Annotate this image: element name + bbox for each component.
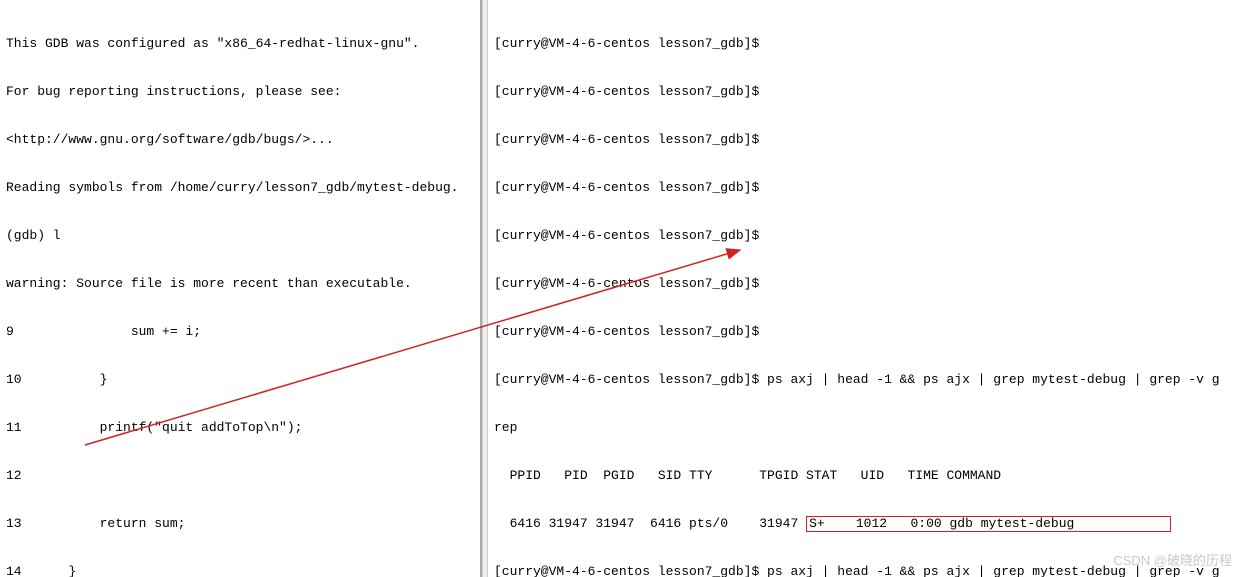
split-terminal-container: This GDB was configured as "x86_64-redha… <box>0 0 1244 577</box>
ps-row: 6416 31947 31947 6416 pts/0 31947 S+ 101… <box>494 516 1238 532</box>
gdb-output-line: Reading symbols from /home/curry/lesson7… <box>6 180 474 196</box>
gdb-output-line: 14 } <box>6 564 474 577</box>
gdb-output-line: For bug reporting instructions, please s… <box>6 84 474 100</box>
ps-header: PPID PID PGID SID TTY TPGID STAT UID TIM… <box>494 468 1238 484</box>
gdb-output-line: 12 <box>6 468 474 484</box>
right-terminal-pane[interactable]: [curry@VM-4-6-centos lesson7_gdb]$ [curr… <box>488 0 1244 577</box>
shell-prompt-line: [curry@VM-4-6-centos lesson7_gdb]$ <box>494 36 1238 52</box>
shell-prompt-line: [curry@VM-4-6-centos lesson7_gdb]$ <box>494 132 1238 148</box>
shell-prompt-line: [curry@VM-4-6-centos lesson7_gdb]$ <box>494 84 1238 100</box>
shell-command: ps axj | head -1 && ps ajx | grep mytest… <box>759 564 1219 577</box>
gdb-output-line: (gdb) l <box>6 228 474 244</box>
highlight-box-1: S+ 1012 0:00 gdb mytest-debug <box>806 516 1171 532</box>
left-terminal-pane[interactable]: This GDB was configured as "x86_64-redha… <box>0 0 482 577</box>
ps-row-left: 6416 31947 31947 6416 pts/0 31947 <box>494 516 806 531</box>
shell-prompt-line: [curry@VM-4-6-centos lesson7_gdb]$ <box>494 324 1238 340</box>
shell-prompt-line: [curry@VM-4-6-centos lesson7_gdb]$ <box>494 180 1238 196</box>
shell-prompt-line: [curry@VM-4-6-centos lesson7_gdb]$ <box>494 276 1238 292</box>
shell-command: ps axj | head -1 && ps ajx | grep mytest… <box>759 372 1219 387</box>
shell-prompt: [curry@VM-4-6-centos lesson7_gdb]$ <box>494 564 759 577</box>
shell-prompt-line: [curry@VM-4-6-centos lesson7_gdb]$ <box>494 228 1238 244</box>
gdb-output-line: 9 sum += i; <box>6 324 474 340</box>
gdb-output-line: <http://www.gnu.org/software/gdb/bugs/>.… <box>6 132 474 148</box>
gdb-output-line: 10 } <box>6 372 474 388</box>
gdb-output-line: warning: Source file is more recent than… <box>6 276 474 292</box>
shell-command-line: [curry@VM-4-6-centos lesson7_gdb]$ ps ax… <box>494 372 1238 388</box>
shell-command-line: [curry@VM-4-6-centos lesson7_gdb]$ ps ax… <box>494 564 1238 577</box>
shell-prompt: [curry@VM-4-6-centos lesson7_gdb]$ <box>494 372 759 387</box>
gdb-output-line: 13 return sum; <box>6 516 474 532</box>
shell-command-wrap: rep <box>494 420 1238 436</box>
gdb-output-line: 11 printf("quit addToTop\n"); <box>6 420 474 436</box>
gdb-output-line: This GDB was configured as "x86_64-redha… <box>6 36 474 52</box>
